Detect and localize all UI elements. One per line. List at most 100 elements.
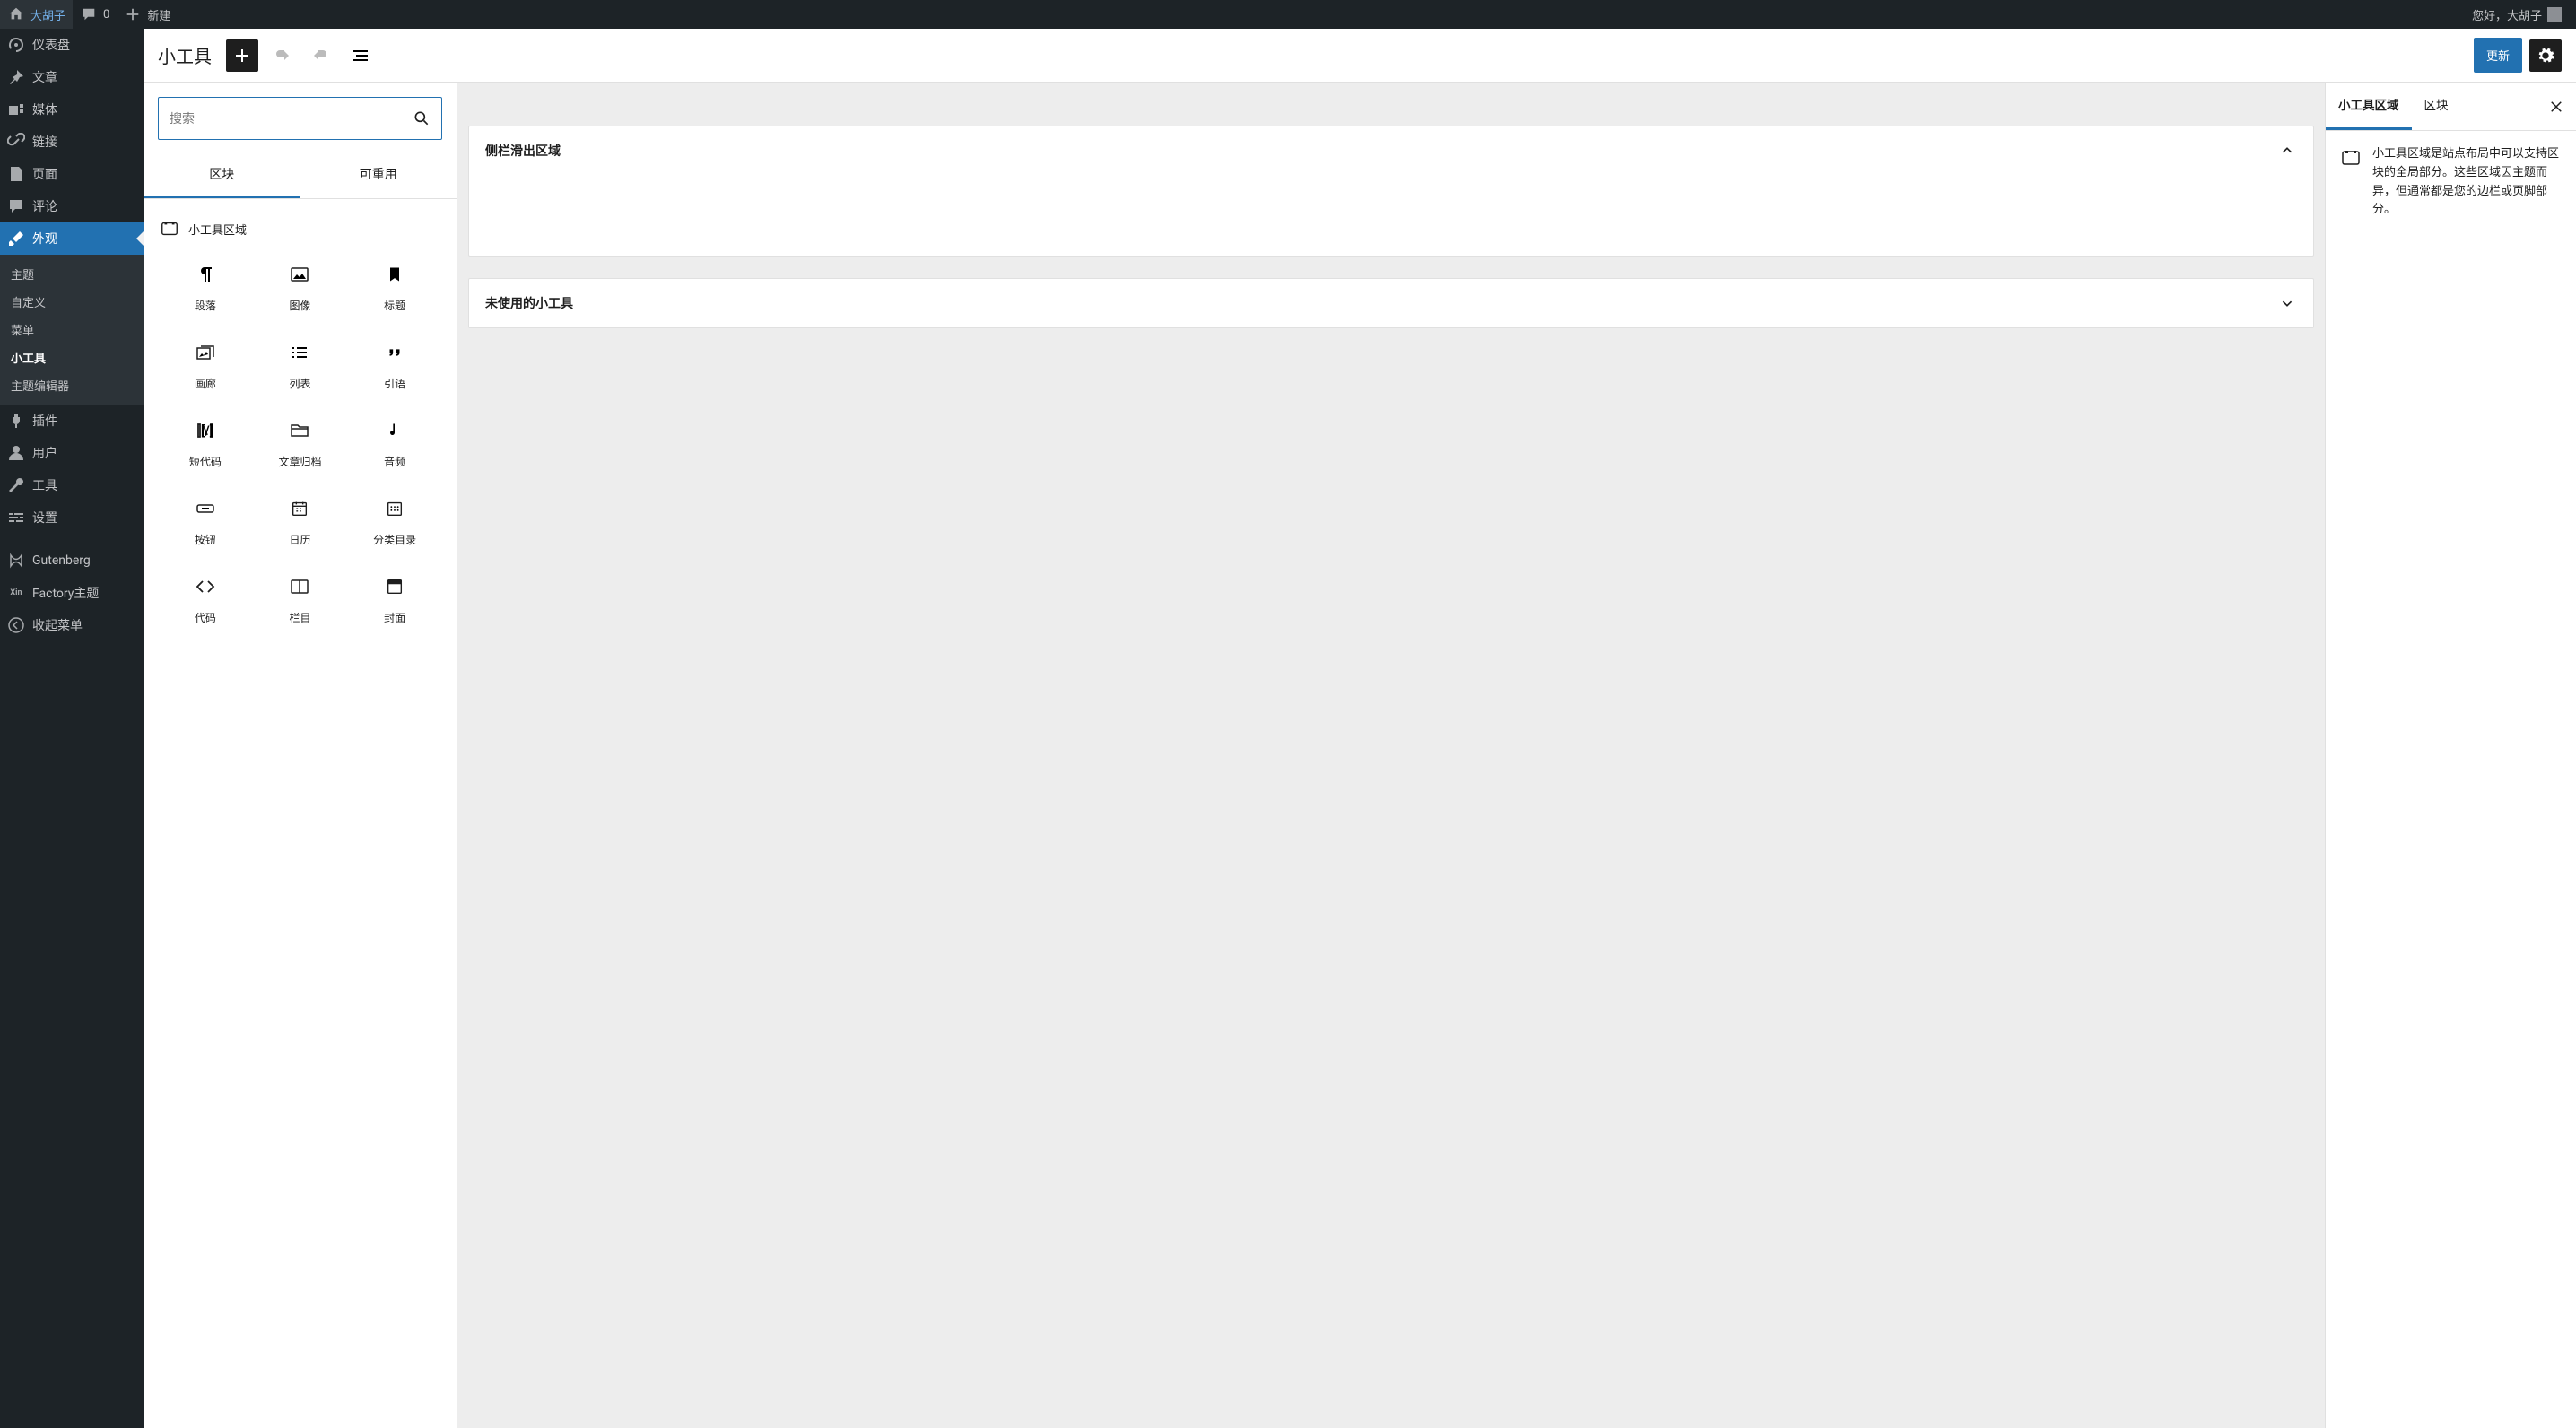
sidebar-item-label: 文章 xyxy=(32,68,57,86)
sidebar-item-label: 页面 xyxy=(32,165,57,183)
editor-header: 小工具 更新 xyxy=(144,29,2576,83)
settings-description: 小工具区域是站点布局中可以支持区块的全局部分。这些区域因主题而异，但通常都是您的… xyxy=(2372,145,2562,220)
settings-toggle-button[interactable] xyxy=(2529,39,2562,72)
sidebar-item-settings[interactable]: 设置 xyxy=(0,501,144,534)
gutenberg-icon xyxy=(7,552,25,570)
submenu-item-themes[interactable]: 主题 xyxy=(0,260,144,288)
adminbar-comment-count: 0 xyxy=(103,8,109,22)
image-icon xyxy=(289,264,310,285)
submenu-item-theme-editor[interactable]: 主题编辑器 xyxy=(0,371,144,399)
sidebar-item-posts[interactable]: 文章 xyxy=(0,61,144,93)
block-calendar[interactable]: 日历 xyxy=(253,482,348,560)
widget-area-body[interactable] xyxy=(469,175,2313,256)
tab-widget-area[interactable]: 小工具区域 xyxy=(2326,83,2412,130)
block-cover[interactable]: 封面 xyxy=(347,560,442,638)
pin-icon xyxy=(7,68,25,86)
sidebar-item-pages[interactable]: 页面 xyxy=(0,158,144,190)
editor-content: 小工具 更新 xyxy=(144,29,2576,1428)
block-columns[interactable]: 栏目 xyxy=(253,560,348,638)
code-icon xyxy=(195,576,216,597)
block-audio[interactable]: 音频 xyxy=(347,404,442,482)
category-header-widget-area[interactable]: 小工具区域 xyxy=(158,210,442,248)
submenu-item-customize[interactable]: 自定义 xyxy=(0,288,144,316)
xin-icon: Xin xyxy=(7,584,25,602)
block-archives[interactable]: 文章归档 xyxy=(253,404,348,482)
tab-reusable[interactable]: 可重用 xyxy=(300,154,457,198)
sidebar-item-plugins[interactable]: 插件 xyxy=(0,405,144,437)
block-categories[interactable]: 分类目录 xyxy=(347,482,442,560)
sidebar-item-label: 收起菜单 xyxy=(32,616,83,634)
sidebar-item-links[interactable]: 链接 xyxy=(0,126,144,158)
block-grid: 段落 图像 标题 画廊 xyxy=(158,248,442,638)
list-view-button[interactable] xyxy=(344,39,377,72)
sidebar-item-label: 设置 xyxy=(32,509,57,527)
sidebar-item-label: 用户 xyxy=(32,444,57,462)
admin-bar: 大胡子 0 新建 您好，大胡子 xyxy=(0,0,2576,29)
widget-area-sidebar-slideout: 侧栏滑出区域 xyxy=(468,126,2314,257)
block-image[interactable]: 图像 xyxy=(253,248,348,326)
close-icon xyxy=(2548,99,2564,115)
submenu-item-menus[interactable]: 菜单 xyxy=(0,316,144,344)
block-gallery[interactable]: 画廊 xyxy=(158,326,253,404)
gallery-icon xyxy=(195,342,216,363)
widget-area-title: 侧栏滑出区域 xyxy=(485,142,561,160)
avatar xyxy=(2547,7,2562,22)
svg-text:[/]: [/] xyxy=(201,422,213,439)
sidebar-item-tools[interactable]: 工具 xyxy=(0,469,144,501)
button-icon xyxy=(195,498,216,519)
block-shortcode[interactable]: [/] 短代码 xyxy=(158,404,253,482)
block-button[interactable]: 按钮 xyxy=(158,482,253,560)
sliders-icon xyxy=(7,509,25,527)
widget-area-toggle[interactable]: 侧栏滑出区域 xyxy=(469,126,2313,175)
tab-blocks[interactable]: 区块 xyxy=(144,154,300,198)
sidebar-item-label: 链接 xyxy=(32,133,57,151)
plug-icon xyxy=(7,412,25,430)
undo-button[interactable] xyxy=(265,39,298,72)
cover-icon xyxy=(384,576,405,597)
block-list[interactable]: 列表 xyxy=(253,326,348,404)
sidebar-item-collapse[interactable]: 收起菜单 xyxy=(0,609,144,641)
block-quote[interactable]: 引语 xyxy=(347,326,442,404)
editor-canvas: 侧栏滑出区域 未使用的小工具 xyxy=(457,83,2325,1428)
inserter-tabs: 区块 可重用 xyxy=(144,154,457,199)
close-settings-button[interactable] xyxy=(2544,94,2569,119)
adminbar-new[interactable]: 新建 xyxy=(117,0,178,29)
audio-icon xyxy=(384,420,405,441)
block-heading[interactable]: 标题 xyxy=(347,248,442,326)
sidebar-item-factory[interactable]: Xin Factory主题 xyxy=(0,577,144,609)
search-icon xyxy=(413,109,431,127)
redo-button[interactable] xyxy=(305,39,337,72)
search-input[interactable] xyxy=(170,111,413,126)
sidebar-item-appearance[interactable]: 外观 xyxy=(0,222,144,255)
adminbar-greeting: 您好，大胡子 xyxy=(2472,6,2542,23)
category-label: 小工具区域 xyxy=(188,221,247,238)
sidebar-item-dashboard[interactable]: 仪表盘 xyxy=(0,29,144,61)
submenu-item-widgets[interactable]: 小工具 xyxy=(0,344,144,371)
admin-sidebar: 仪表盘 文章 媒体 链接 页面 评论 外观 主题 自定义 菜单 xyxy=(0,29,144,1428)
sidebar-item-comments[interactable]: 评论 xyxy=(0,190,144,222)
update-button[interactable]: 更新 xyxy=(2474,38,2522,73)
block-paragraph[interactable]: 段落 xyxy=(158,248,253,326)
sidebar-item-label: 外观 xyxy=(32,230,57,248)
widget-area-title: 未使用的小工具 xyxy=(485,294,573,312)
adminbar-site-link[interactable]: 大胡子 xyxy=(0,0,73,29)
calendar-icon xyxy=(289,498,310,519)
sidebar-item-gutenberg[interactable]: Gutenberg xyxy=(0,544,144,577)
shortcode-icon: [/] xyxy=(195,420,216,441)
adminbar-account[interactable]: 您好，大胡子 xyxy=(2465,0,2569,29)
tab-block[interactable]: 区块 xyxy=(2412,83,2461,130)
sidebar-item-label: Factory主题 xyxy=(32,584,99,602)
sidebar-item-label: 插件 xyxy=(32,412,57,430)
sidebar-item-label: 评论 xyxy=(32,197,57,215)
sidebar-item-media[interactable]: 媒体 xyxy=(0,93,144,126)
sidebar-item-label: 工具 xyxy=(32,476,57,494)
sidebar-item-users[interactable]: 用户 xyxy=(0,437,144,469)
list-icon xyxy=(289,342,310,363)
adminbar-comments[interactable]: 0 xyxy=(73,0,117,29)
home-icon xyxy=(7,5,25,23)
collapse-icon xyxy=(7,616,25,634)
inserter-toggle-button[interactable] xyxy=(226,39,258,72)
block-code[interactable]: 代码 xyxy=(158,560,253,638)
search-input-wrapper[interactable] xyxy=(158,97,442,140)
widget-area-toggle[interactable]: 未使用的小工具 xyxy=(469,279,2313,327)
